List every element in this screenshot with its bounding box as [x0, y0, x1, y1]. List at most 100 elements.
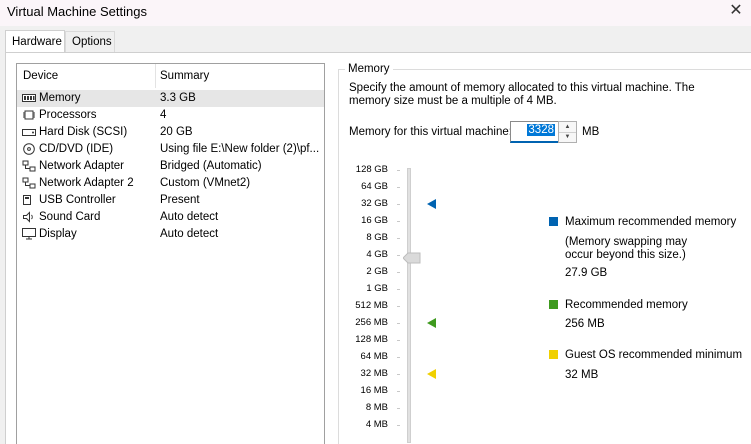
- max-recommended-label: Maximum recommended memory: [565, 216, 737, 228]
- max-recommended-note: (Memory swapping may: [565, 236, 688, 248]
- device-name: Display: [39, 228, 77, 240]
- hard-disk-icon: [22, 129, 36, 136]
- device-row-network-adapter-2[interactable]: Network Adapter 2 Custom (VMnet2): [17, 175, 324, 192]
- title-bar: Virtual Machine Settings ✕: [0, 0, 751, 26]
- device-summary: Bridged (Automatic): [160, 160, 262, 172]
- network-adapter-icon: [22, 177, 36, 189]
- device-row-display[interactable]: Display Auto detect: [17, 226, 324, 243]
- memory-slider-thumb[interactable]: [403, 252, 421, 264]
- max-recommended-swatch: [549, 217, 558, 226]
- scale-label: 4 GB: [366, 249, 388, 260]
- tick-mark: [397, 272, 400, 273]
- tab-hardware[interactable]: Hardware: [5, 30, 65, 54]
- column-header-summary[interactable]: Summary: [160, 70, 209, 82]
- device-summary: Auto detect: [160, 228, 219, 240]
- tick-mark: [397, 289, 400, 290]
- scale-label: 32 MB: [360, 368, 388, 379]
- recommended-marker-icon: [427, 318, 436, 328]
- device-summary: 20 GB: [160, 126, 193, 138]
- device-list-header: Device Summary: [17, 64, 324, 88]
- tick-mark: [397, 340, 400, 341]
- scale-label: 16 GB: [361, 215, 388, 226]
- device-summary: Using file E:\New folder (2)\pf...: [160, 143, 320, 155]
- monitor-icon: [22, 228, 36, 240]
- network-adapter-icon: [22, 160, 36, 172]
- memory-group-label: Memory: [345, 63, 393, 75]
- device-name: Network Adapter 2: [39, 177, 134, 189]
- scale-label: 16 MB: [360, 385, 388, 396]
- cd-dvd-icon: [23, 143, 35, 155]
- scale-label: 64 MB: [360, 351, 388, 362]
- memory-spin-buttons[interactable]: ▲ ▼: [558, 121, 577, 143]
- device-summary: Custom (VMnet2): [160, 177, 251, 189]
- scale-label: 8 MB: [365, 402, 388, 413]
- tick-mark: [397, 255, 400, 256]
- processor-icon: [23, 110, 35, 120]
- guest-min-value: 32 MB: [565, 369, 599, 381]
- recommended-label: Recommended memory: [565, 299, 688, 311]
- column-header-device[interactable]: Device: [23, 70, 58, 82]
- tick-mark: [397, 204, 400, 205]
- memory-input[interactable]: 3328: [510, 121, 559, 143]
- max-recommended-marker-icon: [427, 199, 436, 209]
- tick-mark: [397, 323, 400, 324]
- device-summary: 3.3 GB: [160, 92, 196, 104]
- tab-options[interactable]: Options: [65, 31, 115, 53]
- tick-mark: [397, 170, 400, 171]
- memory-unit-label: MB: [582, 126, 600, 138]
- device-row-hard-disk[interactable]: Hard Disk (SCSI) 20 GB: [17, 124, 324, 141]
- guest-min-swatch: [549, 350, 558, 359]
- usb-icon: [23, 195, 31, 205]
- guest-min-label: Guest OS recommended minimum: [565, 349, 743, 361]
- memory-icon: [22, 94, 36, 102]
- device-name: Sound Card: [39, 211, 101, 223]
- memory-input-value: 3328: [527, 124, 555, 136]
- max-recommended-note: occur beyond this size.): [565, 249, 686, 261]
- device-name: CD/DVD (IDE): [39, 143, 114, 155]
- device-summary: Auto detect: [160, 211, 219, 223]
- column-divider[interactable]: [155, 64, 156, 88]
- window-title: Virtual Machine Settings: [7, 4, 147, 19]
- spin-down-icon[interactable]: ▼: [559, 132, 576, 142]
- tick-mark: [397, 357, 400, 358]
- scale-label: 64 GB: [361, 181, 388, 192]
- device-row-cd-dvd[interactable]: CD/DVD (IDE) Using file E:\New folder (2…: [17, 141, 324, 158]
- scale-label: 256 MB: [355, 317, 388, 328]
- scale-label: 2 GB: [366, 266, 388, 277]
- max-recommended-value: 27.9 GB: [565, 267, 608, 279]
- device-row-sound-card[interactable]: Sound Card Auto detect: [17, 209, 324, 226]
- device-name: Processors: [39, 109, 97, 121]
- close-icon[interactable]: ✕: [727, 2, 745, 20]
- device-row-memory[interactable]: Memory 3.3 GB: [17, 90, 324, 107]
- device-summary: 4: [160, 109, 167, 121]
- guest-min-marker-icon: [427, 369, 436, 379]
- scale-label: 512 MB: [355, 300, 388, 311]
- device-row-network-adapter[interactable]: Network Adapter Bridged (Automatic): [17, 158, 324, 175]
- memory-spinbox[interactable]: 3328 ▲ ▼: [510, 121, 577, 143]
- recommended-swatch: [549, 300, 558, 309]
- speaker-icon: [23, 211, 33, 223]
- tick-mark: [397, 238, 400, 239]
- memory-description: Specify the amount of memory allocated t…: [349, 82, 695, 107]
- device-list[interactable]: Device Summary Memory 3.3 GB Processors …: [16, 63, 325, 444]
- device-name: USB Controller: [39, 194, 116, 206]
- memory-slider-track[interactable]: [407, 168, 411, 443]
- scale-label: 1 GB: [366, 283, 388, 294]
- device-row-usb-controller[interactable]: USB Controller Present: [17, 192, 324, 209]
- tick-mark: [397, 187, 400, 188]
- scale-label: 32 GB: [361, 198, 388, 209]
- device-row-processors[interactable]: Processors 4: [17, 107, 324, 124]
- scale-label: 4 MB: [365, 419, 388, 430]
- tick-mark: [397, 221, 400, 222]
- tick-mark: [397, 408, 400, 409]
- tick-mark: [397, 374, 400, 375]
- scale-label: 128 GB: [355, 164, 388, 175]
- device-name: Network Adapter: [39, 160, 125, 172]
- recommended-value: 256 MB: [565, 318, 605, 330]
- tick-mark: [397, 425, 400, 426]
- tick-mark: [397, 306, 400, 307]
- tick-mark: [397, 391, 400, 392]
- device-summary: Present: [160, 194, 200, 206]
- scale-label: 8 GB: [366, 232, 388, 243]
- device-name: Hard Disk (SCSI): [39, 126, 128, 138]
